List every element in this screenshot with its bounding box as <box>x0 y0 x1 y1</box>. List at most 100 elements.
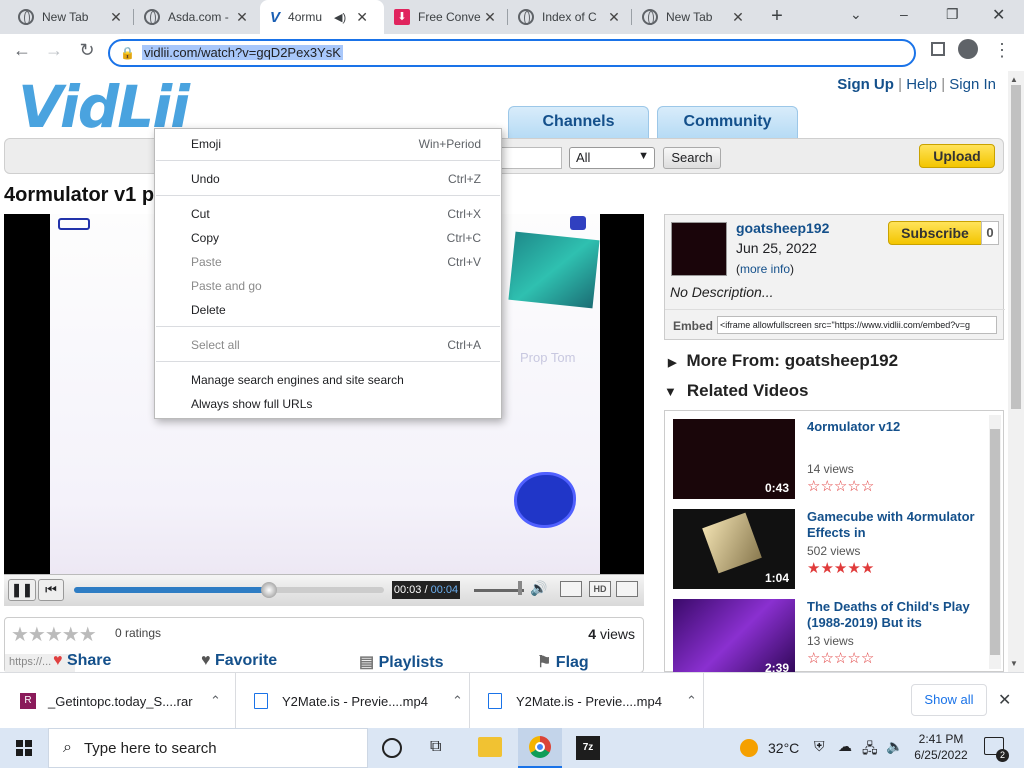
pause-button[interactable]: ❚❚ <box>8 579 36 601</box>
search-button[interactable]: Search <box>663 147 721 169</box>
nav-tab-community[interactable]: Community <box>657 106 798 138</box>
reload-icon[interactable]: ↻ <box>75 40 99 61</box>
menu-item-paste-and-go[interactable]: Paste and go <box>191 275 481 297</box>
close-icon[interactable]: ✕ <box>354 9 370 26</box>
weather-sun-icon[interactable] <box>740 739 758 757</box>
close-icon[interactable]: ✕ <box>108 9 124 26</box>
show-all-button[interactable]: Show all <box>911 684 987 716</box>
search-filter-select[interactable]: All ▼ <box>569 147 655 169</box>
back-arrow-icon[interactable]: ← <box>10 40 34 61</box>
scroll-down-icon[interactable]: ▼ <box>1010 659 1018 668</box>
side-panel-icon[interactable] <box>928 40 948 58</box>
sign-in-link[interactable]: Sign In <box>949 76 996 93</box>
menu-item-emoji[interactable]: Emoji Win+Period <box>191 133 481 155</box>
video-thumbnail[interactable]: 0:43 <box>673 419 795 499</box>
network-icon[interactable]: 🖧 <box>862 738 878 762</box>
progress-knob[interactable] <box>261 582 278 598</box>
tab-index-of[interactable]: Index of C ✕ <box>508 0 632 34</box>
tab-vidlii-active[interactable]: V 4ormu ◀) ✕ <box>260 0 384 34</box>
task-view-icon[interactable]: ⧉ <box>430 738 441 756</box>
related-video-item[interactable]: 0:43 4ormulator v12 14 views ☆☆☆☆☆ <box>673 419 993 499</box>
upload-button[interactable]: Upload <box>919 144 995 168</box>
restore-button[interactable]: ❐ <box>946 6 966 23</box>
url-text-selected[interactable]: vidlii.com/watch?v=gqD2Pex3YsK <box>142 45 343 60</box>
menu-item-undo[interactable]: Undo Ctrl+Z <box>191 168 481 190</box>
related-video-item[interactable]: 1:04 Gamecube with 4ormulator Effects in… <box>673 509 993 589</box>
windows-start-icon[interactable] <box>16 740 32 756</box>
tab-new-tab-2[interactable]: New Tab ✕ <box>632 0 756 34</box>
scrollbar-thumb[interactable] <box>1011 85 1021 409</box>
taskbar-search-box[interactable]: ⌕ Type here to search <box>48 728 368 768</box>
menu-item-copy[interactable]: Copy Ctrl+C <box>191 227 481 249</box>
close-icon[interactable]: ✕ <box>606 9 622 26</box>
volume-icon[interactable]: 🔈 <box>886 738 903 755</box>
speaker-icon[interactable]: ◀) <box>334 11 346 24</box>
help-link[interactable]: Help <box>906 76 937 93</box>
tab-free-converter[interactable]: ⬇ Free Conve ✕ <box>384 0 508 34</box>
menu-item-cut[interactable]: Cut Ctrl+X <box>191 203 481 225</box>
related-videos-section[interactable]: ▼ Related Videos <box>664 381 808 401</box>
volume-knob[interactable] <box>518 581 522 595</box>
related-video-title[interactable]: 4ormulator v12 <box>807 419 987 435</box>
cloud-icon[interactable]: ☁ <box>838 738 852 755</box>
close-downloads-icon[interactable]: ✕ <box>998 690 1011 710</box>
download-item[interactable]: Y2Mate.is - Previe....mp4 ⌃ <box>254 673 470 729</box>
page-scrollbar[interactable]: ▲ ▼ <box>1008 71 1024 672</box>
favorite-button[interactable]: ♥ Favorite <box>201 652 277 670</box>
share-button[interactable]: ♥ Share <box>53 652 111 670</box>
menu-item-paste[interactable]: Paste Ctrl+V <box>191 251 481 273</box>
menu-kebab-icon[interactable]: ⋮ <box>992 40 1012 61</box>
chevron-up-icon[interactable]: ⌃ <box>686 693 697 709</box>
volume-slider[interactable] <box>474 589 524 592</box>
hd-button[interactable]: HD <box>589 581 611 597</box>
related-video-item[interactable]: 2:39 The Deaths of Child's Play (1988-20… <box>673 599 993 672</box>
embed-code-field[interactable]: <iframe allowfullscreen src="https://www… <box>717 316 997 334</box>
address-bar[interactable]: 🔒 vidlii.com/watch?v=gqD2Pex3YsK <box>108 39 916 67</box>
video-thumbnail[interactable]: 1:04 <box>673 509 795 589</box>
tab-asda[interactable]: Asda.com - ✕ <box>134 0 260 34</box>
nav-tab-channels[interactable]: Channels <box>508 106 649 138</box>
chevron-up-icon[interactable]: ⌃ <box>210 693 221 709</box>
weather-temperature[interactable]: 32°C <box>768 740 799 756</box>
profile-avatar-icon[interactable] <box>958 39 980 59</box>
security-icon[interactable]: ⛨ <box>814 738 825 755</box>
chevron-up-icon[interactable]: ⌃ <box>452 693 463 709</box>
menu-item-delete[interactable]: Delete <box>191 299 481 321</box>
chrome-taskbar-button[interactable] <box>518 728 562 768</box>
cortana-icon[interactable] <box>382 738 402 758</box>
minimize-button[interactable]: – <box>900 6 920 22</box>
menu-item-always-show-full-urls[interactable]: Always show full URLs <box>191 393 481 415</box>
video-thumbnail[interactable]: 2:39 <box>673 599 795 672</box>
file-explorer-icon[interactable] <box>478 737 502 757</box>
volume-icon[interactable]: 🔊 <box>530 580 547 597</box>
close-icon[interactable]: ✕ <box>482 9 498 26</box>
close-icon[interactable]: ✕ <box>234 9 250 26</box>
flag-button[interactable]: ⚑ Flag <box>537 652 589 672</box>
menu-item-manage-search-engines[interactable]: Manage search engines and site search <box>191 369 481 391</box>
search-input[interactable] <box>500 147 562 169</box>
notification-icon[interactable]: 2 <box>984 737 1009 762</box>
subscribe-button[interactable]: Subscribe <box>888 221 982 245</box>
playlists-button[interactable]: ▤ Playlists <box>359 652 444 672</box>
progress-bar[interactable] <box>74 582 384 598</box>
related-video-title[interactable]: The Deaths of Child's Play (1988-2019) B… <box>807 599 987 631</box>
more-from-section[interactable]: ▶ More From: goatsheep192 <box>668 351 898 371</box>
new-tab-button[interactable]: + <box>764 4 790 30</box>
sign-up-link[interactable]: Sign Up <box>837 76 894 93</box>
related-video-title[interactable]: Gamecube with 4ormulator Effects in <box>807 509 987 541</box>
close-icon[interactable]: ✕ <box>730 9 746 26</box>
7zip-icon[interactable]: 7z <box>576 736 600 760</box>
rating-stars[interactable]: ★★★★★ <box>11 622 97 647</box>
scroll-up-icon[interactable]: ▲ <box>1010 75 1018 84</box>
forward-arrow-icon[interactable]: → <box>42 40 66 61</box>
avatar[interactable] <box>671 222 727 276</box>
download-item[interactable]: R _Getintopc.today_S....rar ⌃ <box>20 673 236 729</box>
related-scrollbar[interactable] <box>989 415 1001 669</box>
tab-search-chevron-icon[interactable]: ⌄ <box>850 6 870 23</box>
scrollbar-thumb[interactable] <box>990 429 1000 655</box>
previous-button[interactable]: ⏮ <box>38 579 64 601</box>
more-info-link[interactable]: more info <box>740 262 790 276</box>
fullscreen-icon[interactable] <box>616 581 638 597</box>
tab-new-tab-1[interactable]: New Tab ✕ <box>8 0 134 34</box>
theater-mode-icon[interactable] <box>560 581 582 597</box>
